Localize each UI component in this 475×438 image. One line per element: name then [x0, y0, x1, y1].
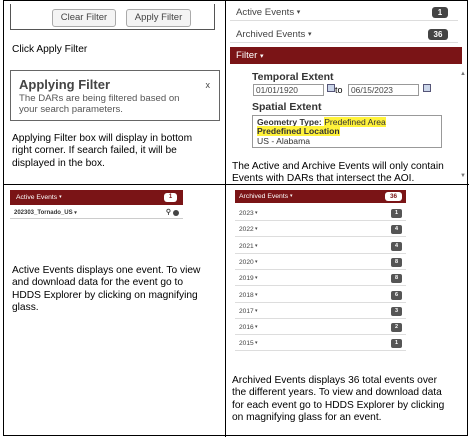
spatial-extent-label: Spatial Extent — [252, 101, 322, 113]
filter-header[interactable]: Filter ▾ — [230, 47, 462, 64]
year-label: 2022 — [239, 226, 254, 234]
year-row[interactable]: 2019 ▾ 8 — [235, 271, 406, 287]
year-count-badge: 4 — [391, 241, 402, 251]
applying-filter-title: Applying Filter — [19, 77, 110, 92]
year-label: 2019 — [239, 275, 254, 283]
date-from-input[interactable]: 01/01/1920 — [253, 84, 324, 96]
archived-events-row[interactable]: Archived Events ▾ 36 — [230, 26, 458, 43]
cell-filter-panel: Active Events ▾ 1 Archived Events ▾ 36 F… — [226, 1, 469, 184]
caret-icon: ▾ — [253, 324, 258, 331]
calendar-icon[interactable] — [423, 84, 431, 92]
calendar-icon[interactable] — [327, 84, 335, 92]
spatial-extent-box: Geometry Type: Predefined Area Predefine… — [252, 115, 442, 148]
event-row[interactable]: 202303_Tornado_US ▾ ⚲ — [10, 207, 183, 219]
year-row[interactable]: 2021 ▾ 4 — [235, 239, 406, 254]
applying-filter-message: The DARs are being filtered based on you… — [19, 93, 180, 115]
caption: The Active and Archive Events will only … — [232, 161, 444, 185]
location-value: US - Alabama — [257, 136, 311, 146]
active-events-label: Active Events — [236, 7, 295, 18]
year-row[interactable]: 2022 ▾ 4 — [235, 222, 406, 238]
year-label: 2020 — [239, 258, 254, 266]
caption: Active Events displays one event. To vie… — [12, 265, 201, 313]
year-row[interactable]: 2020 ▾ 8 — [235, 255, 406, 270]
scroll-down-icon[interactable]: ▼ — [460, 173, 466, 179]
temporal-extent-label: Temporal Extent — [252, 71, 334, 83]
caret-icon: ▾ — [253, 291, 258, 298]
year-count-badge: 1 — [391, 209, 402, 218]
caret-icon: ▾ — [253, 340, 258, 347]
predefined-location-label: Predefined Location — [257, 126, 340, 136]
filter-label: Filter — [236, 50, 258, 61]
cell-active-events: Active Events ▾ 1 202303_Tornado_US ▾ ⚲ … — [4, 185, 225, 437]
cell-apply-filter: Clear Filter Apply Filter Click Apply Fi… — [4, 1, 225, 184]
cell-archived-events: Archived Events ▾ 36 2023 ▾ 1 2022 ▾ 4 2021 … — [226, 185, 469, 437]
year-count-badge: 4 — [391, 225, 402, 235]
year-count-badge: 1 — [391, 339, 402, 349]
caret-icon: ▾ — [253, 242, 258, 249]
archived-count-badge: 36 — [428, 29, 448, 40]
caret-icon: ▾ — [253, 307, 258, 314]
caret-icon: ▾ — [253, 275, 258, 282]
caret-icon: ▾ — [308, 31, 312, 38]
caret-icon: ▾ — [260, 53, 264, 60]
year-count-badge: 8 — [391, 274, 402, 284]
apply-filter-button[interactable]: Apply Filter — [126, 9, 191, 27]
year-row[interactable]: 2018 ▾ 6 — [235, 288, 406, 303]
year-label: 2017 — [239, 307, 254, 315]
year-row[interactable]: 2015 ▾ 1 — [235, 336, 406, 352]
archived-events-header[interactable]: Archived Events ▾ 36 — [235, 190, 406, 203]
active-events-label: Active Events — [16, 194, 58, 201]
date-to-input[interactable]: 06/15/2023 — [348, 84, 419, 96]
year-row[interactable]: 2016 ▾ 2 — [235, 320, 406, 336]
instruction-table: Clear Filter Apply Filter Click Apply Fi… — [3, 0, 469, 437]
caret-icon: ▾ — [253, 258, 258, 265]
year-label: 2021 — [239, 242, 254, 250]
year-label: 2023 — [239, 210, 254, 217]
clear-filter-button[interactable]: Clear Filter — [52, 9, 116, 27]
caption: Archived Events displays 36 total events… — [232, 375, 445, 423]
active-count-badge: 1 — [432, 7, 448, 18]
event-name: 202303_Tornado_US — [14, 210, 73, 216]
year-label: 2016 — [239, 324, 254, 332]
year-count-badge: 6 — [391, 290, 402, 300]
applying-filter-box: Applying Filter x The DARs are being fil… — [10, 70, 220, 121]
archived-count-badge: 36 — [385, 192, 402, 201]
caret-icon: ▾ — [296, 9, 301, 16]
filter-button-bar: Clear Filter Apply Filter — [10, 4, 215, 30]
info-icon[interactable] — [173, 210, 179, 216]
year-row[interactable]: 2023 ▾ 1 — [235, 206, 406, 221]
filter-panel: Temporal Extent 01/01/1920 to 06/15/2023… — [243, 70, 454, 149]
year-count-badge: 3 — [391, 306, 402, 316]
year-count-badge: 2 — [391, 323, 402, 333]
caret-icon: ▾ — [290, 193, 293, 199]
year-label: 2018 — [239, 291, 254, 299]
instruction-text: Click Apply Filter — [12, 44, 88, 55]
date-to-word: to — [335, 85, 343, 95]
caret-icon: ▾ — [59, 194, 62, 200]
year-label: 2015 — [239, 340, 254, 348]
caret-icon: ▾ — [253, 226, 258, 233]
active-events-row[interactable]: Active Events ▾ 1 — [230, 4, 458, 21]
year-count-badge: 8 — [391, 257, 402, 267]
archived-events-label: Archived Events — [236, 29, 306, 40]
scroll-up-icon[interactable]: ▲ — [460, 71, 466, 77]
archived-events-label: Archived Events — [239, 193, 289, 200]
magnifying-glass-icon[interactable]: ⚲ — [166, 207, 171, 219]
year-row[interactable]: 2017 ▾ 3 — [235, 304, 406, 319]
active-count-badge: 1 — [164, 193, 177, 202]
active-events-header[interactable]: Active Events ▾ 1 — [10, 190, 183, 205]
close-icon[interactable]: x — [206, 80, 211, 90]
caret-icon: ▾ — [74, 210, 77, 216]
caret-icon: ▾ — [253, 210, 258, 216]
caption: Applying Filter box will display in bott… — [12, 133, 193, 169]
